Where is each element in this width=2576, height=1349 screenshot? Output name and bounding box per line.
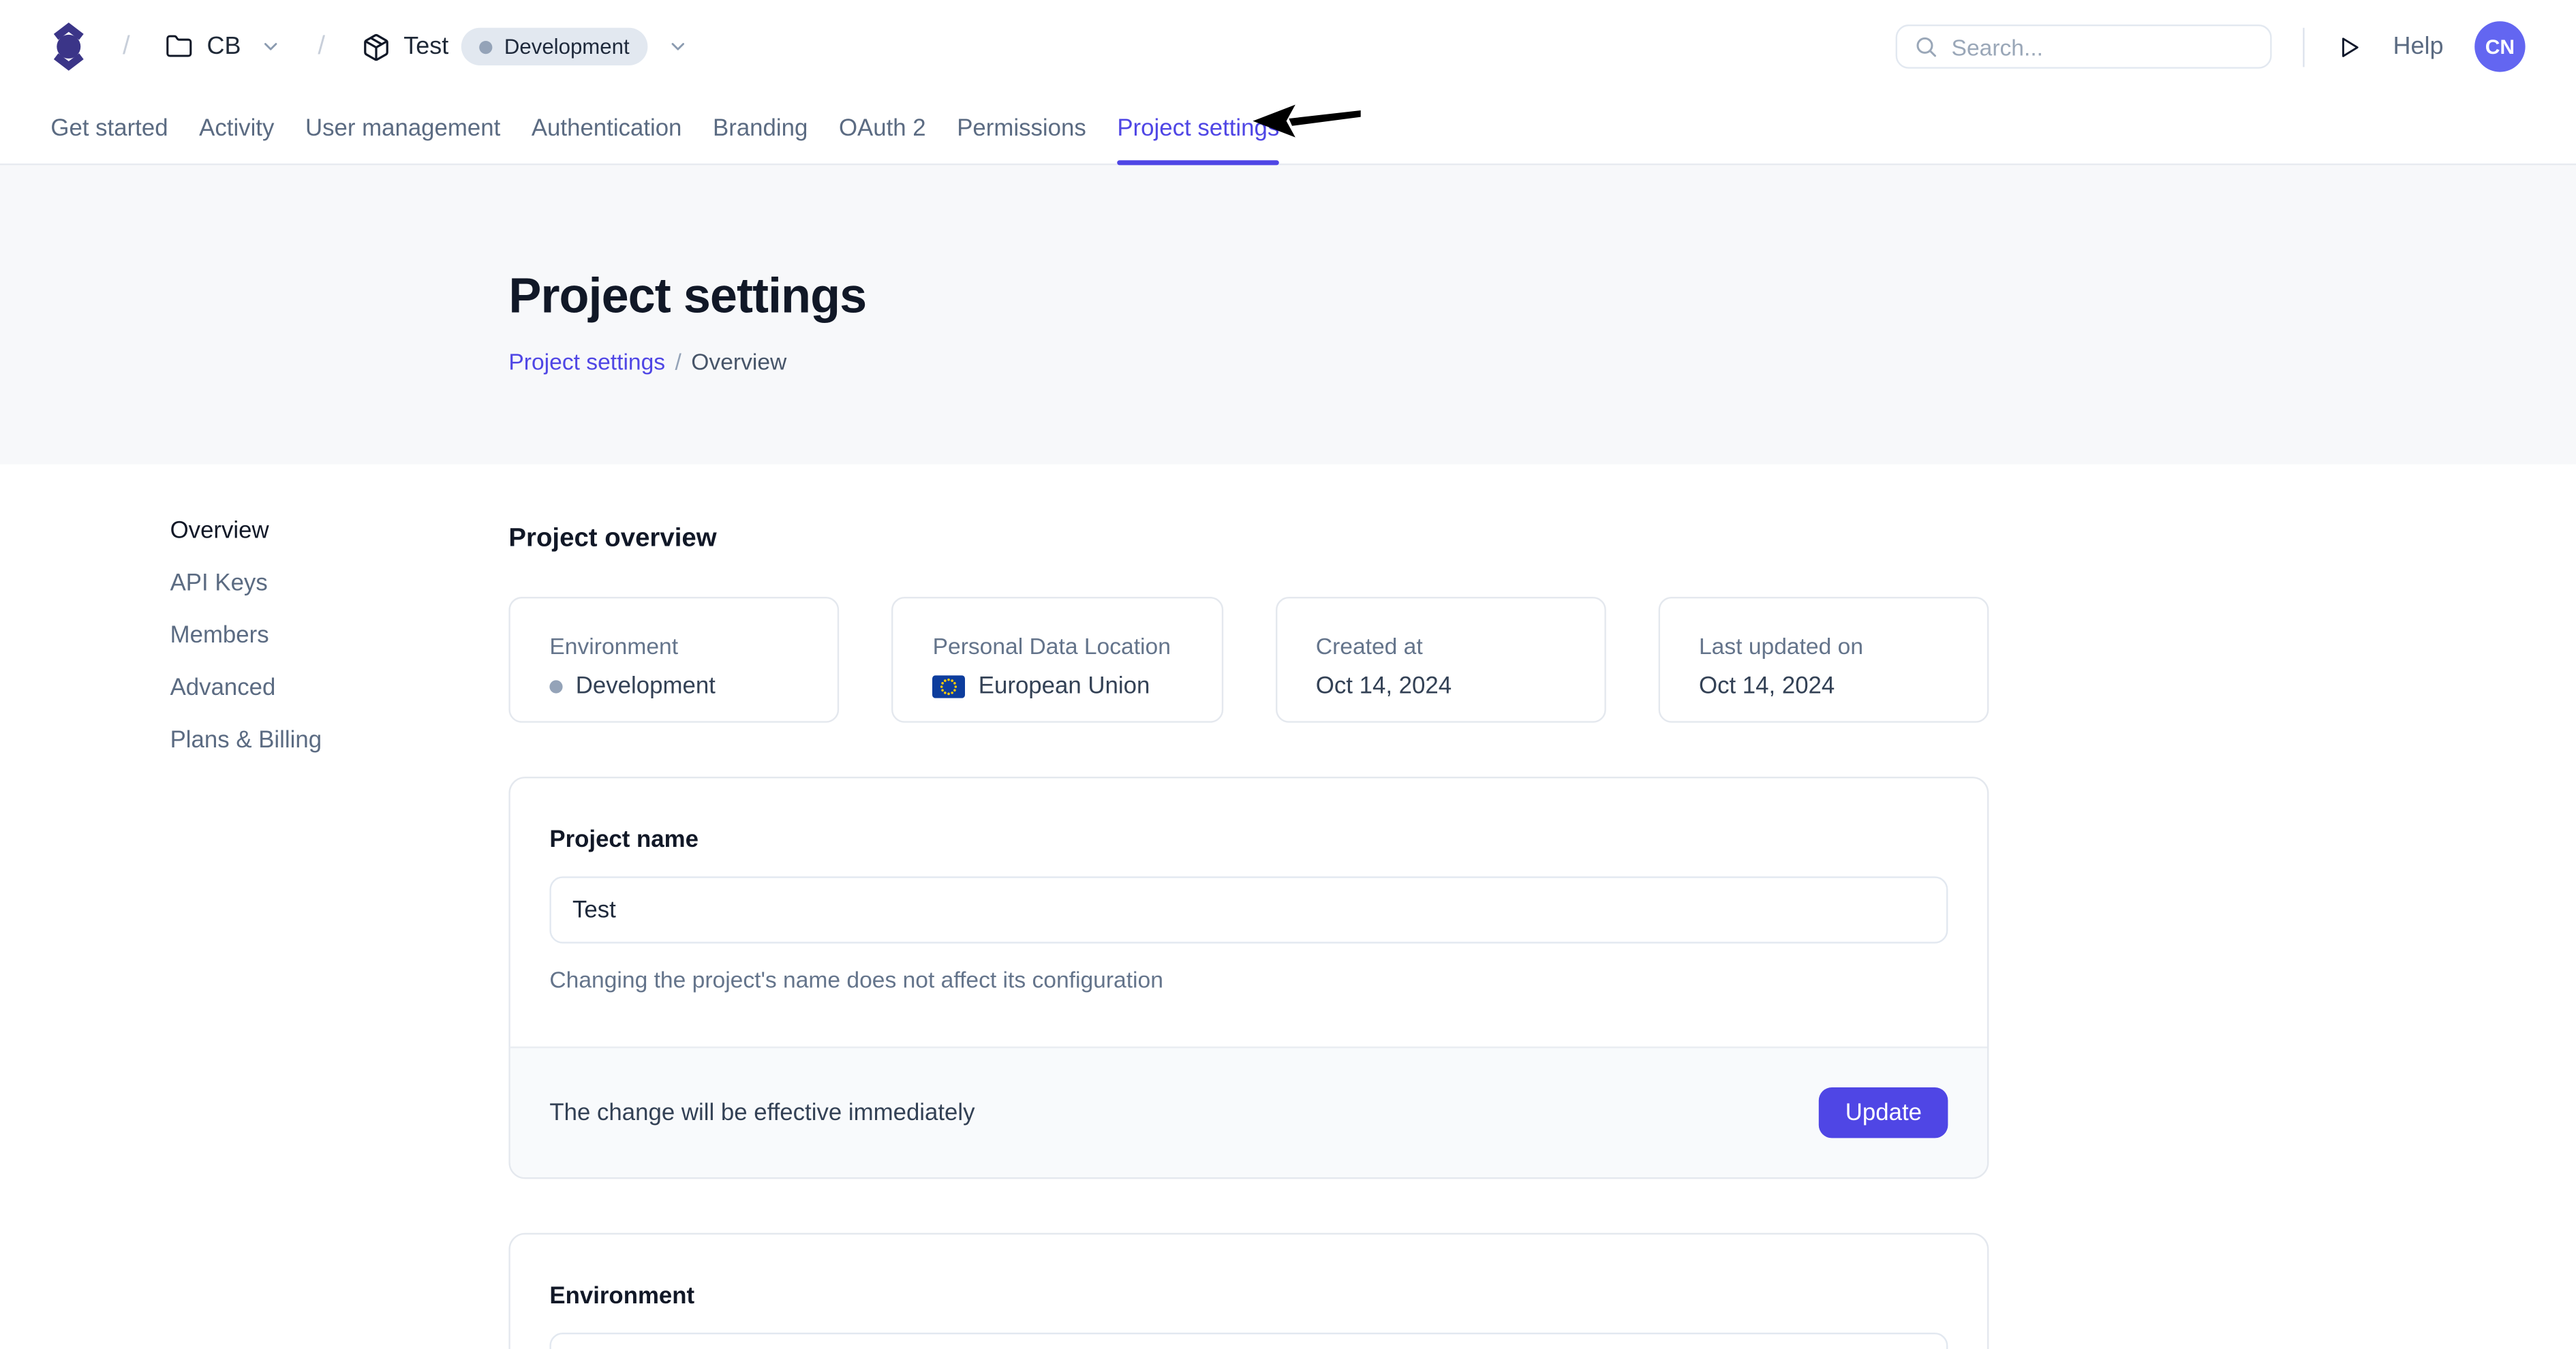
tab-bar: Get started Activity User management Aut…	[0, 93, 2576, 166]
main-area: Overview API Keys Members Advanced Plans…	[0, 465, 2576, 1349]
breadcrumb-separator: /	[123, 32, 130, 61]
info-card-label: Personal Data Location	[933, 633, 1182, 659]
info-card-last-updated: Last updated on Oct 14, 2024	[1658, 597, 1989, 723]
section-title: Project overview	[508, 525, 1989, 554]
sidebar-item-plans-billing[interactable]: Plans & Billing	[170, 728, 322, 760]
page-title: Project settings	[508, 270, 2576, 326]
environment-card: Environment Development	[508, 1233, 1989, 1349]
sidebar-item-overview[interactable]: Overview	[170, 518, 322, 551]
project-name: Test	[403, 33, 448, 61]
info-card-value: Oct 14, 2024	[1316, 674, 1452, 700]
info-card-data-location: Personal Data Location European Union	[892, 597, 1223, 723]
page-header: Project settings Project settings / Over…	[0, 165, 2576, 464]
tab-project-settings[interactable]: Project settings	[1117, 93, 1279, 164]
topbar-actions: Help CN	[1896, 21, 2526, 72]
tab-activity[interactable]: Activity	[199, 93, 274, 164]
app-window: / CB / Te	[0, 0, 2576, 1349]
help-link[interactable]: Help	[2393, 33, 2444, 61]
project-name-helper: Changing the project's name does not aff…	[549, 966, 1948, 992]
info-card-value: Development	[576, 674, 716, 700]
topbar-divider	[2303, 27, 2305, 67]
breadcrumb: Project settings / Overview	[508, 348, 2576, 374]
project-switcher[interactable]: Test Development	[361, 28, 688, 65]
project-name-card-footer: The change will be effective immediately…	[510, 1046, 1987, 1177]
sidebar-item-api-keys[interactable]: API Keys	[170, 571, 322, 604]
project-name-label: Project name	[549, 827, 1948, 853]
topbar: / CB / Te	[0, 0, 2576, 93]
project-name-card: Project name Changing the project's name…	[508, 777, 1989, 1179]
chevron-down-icon	[260, 36, 281, 57]
breadcrumb-separator: /	[675, 348, 681, 374]
info-card-label: Created at	[1316, 633, 1565, 659]
search-input[interactable]	[1952, 33, 2254, 59]
environment-badge: Development	[461, 28, 647, 65]
chevron-down-icon	[667, 36, 688, 57]
environment-select[interactable]: Development	[549, 1333, 1948, 1349]
org-name: CB	[206, 33, 241, 61]
corbado-logo-icon[interactable]	[50, 21, 87, 72]
play-icon[interactable]	[2336, 33, 2362, 59]
info-card-environment: Environment Development	[508, 597, 839, 723]
info-card-label: Environment	[549, 633, 798, 659]
environment-badge-label: Development	[504, 34, 630, 59]
info-card-value: European Union	[979, 674, 1150, 700]
folder-icon	[166, 33, 194, 61]
topbar-breadcrumbs: / CB / Te	[50, 21, 688, 72]
breadcrumb-link[interactable]: Project settings	[508, 348, 665, 374]
breadcrumb-separator: /	[318, 32, 325, 61]
tab-branding[interactable]: Branding	[713, 93, 808, 164]
breadcrumb-current: Overview	[691, 348, 786, 374]
update-button[interactable]: Update	[1819, 1087, 1948, 1138]
status-dot-icon	[549, 680, 562, 693]
sidebar-item-advanced[interactable]: Advanced	[170, 675, 322, 708]
info-cards-row: Environment Development Personal Data Lo…	[508, 597, 1989, 723]
footer-note: The change will be effective immediately	[549, 1100, 975, 1126]
search-box[interactable]	[1896, 25, 2272, 69]
tab-permissions[interactable]: Permissions	[957, 93, 1086, 164]
tab-authentication[interactable]: Authentication	[532, 93, 682, 164]
tab-user-management[interactable]: User management	[305, 93, 500, 164]
project-name-input[interactable]	[549, 876, 1948, 943]
tab-oauth2[interactable]: OAuth 2	[839, 93, 926, 164]
settings-content: Project overview Environment Development…	[508, 465, 1989, 1349]
user-avatar[interactable]: CN	[2474, 21, 2525, 72]
tab-get-started[interactable]: Get started	[50, 93, 168, 164]
eu-flag-icon	[933, 675, 966, 698]
search-icon	[1914, 34, 1938, 59]
info-card-value: Oct 14, 2024	[1699, 674, 1835, 700]
info-card-label: Last updated on	[1699, 633, 1948, 659]
status-dot-icon	[480, 40, 493, 53]
org-switcher[interactable]: CB	[166, 33, 281, 61]
settings-sidenav: Overview API Keys Members Advanced Plans…	[170, 518, 322, 780]
environment-label: Environment	[549, 1284, 1948, 1309]
sidebar-item-members[interactable]: Members	[170, 623, 322, 655]
package-icon	[361, 32, 390, 61]
info-card-created-at: Created at Oct 14, 2024	[1275, 597, 1606, 723]
